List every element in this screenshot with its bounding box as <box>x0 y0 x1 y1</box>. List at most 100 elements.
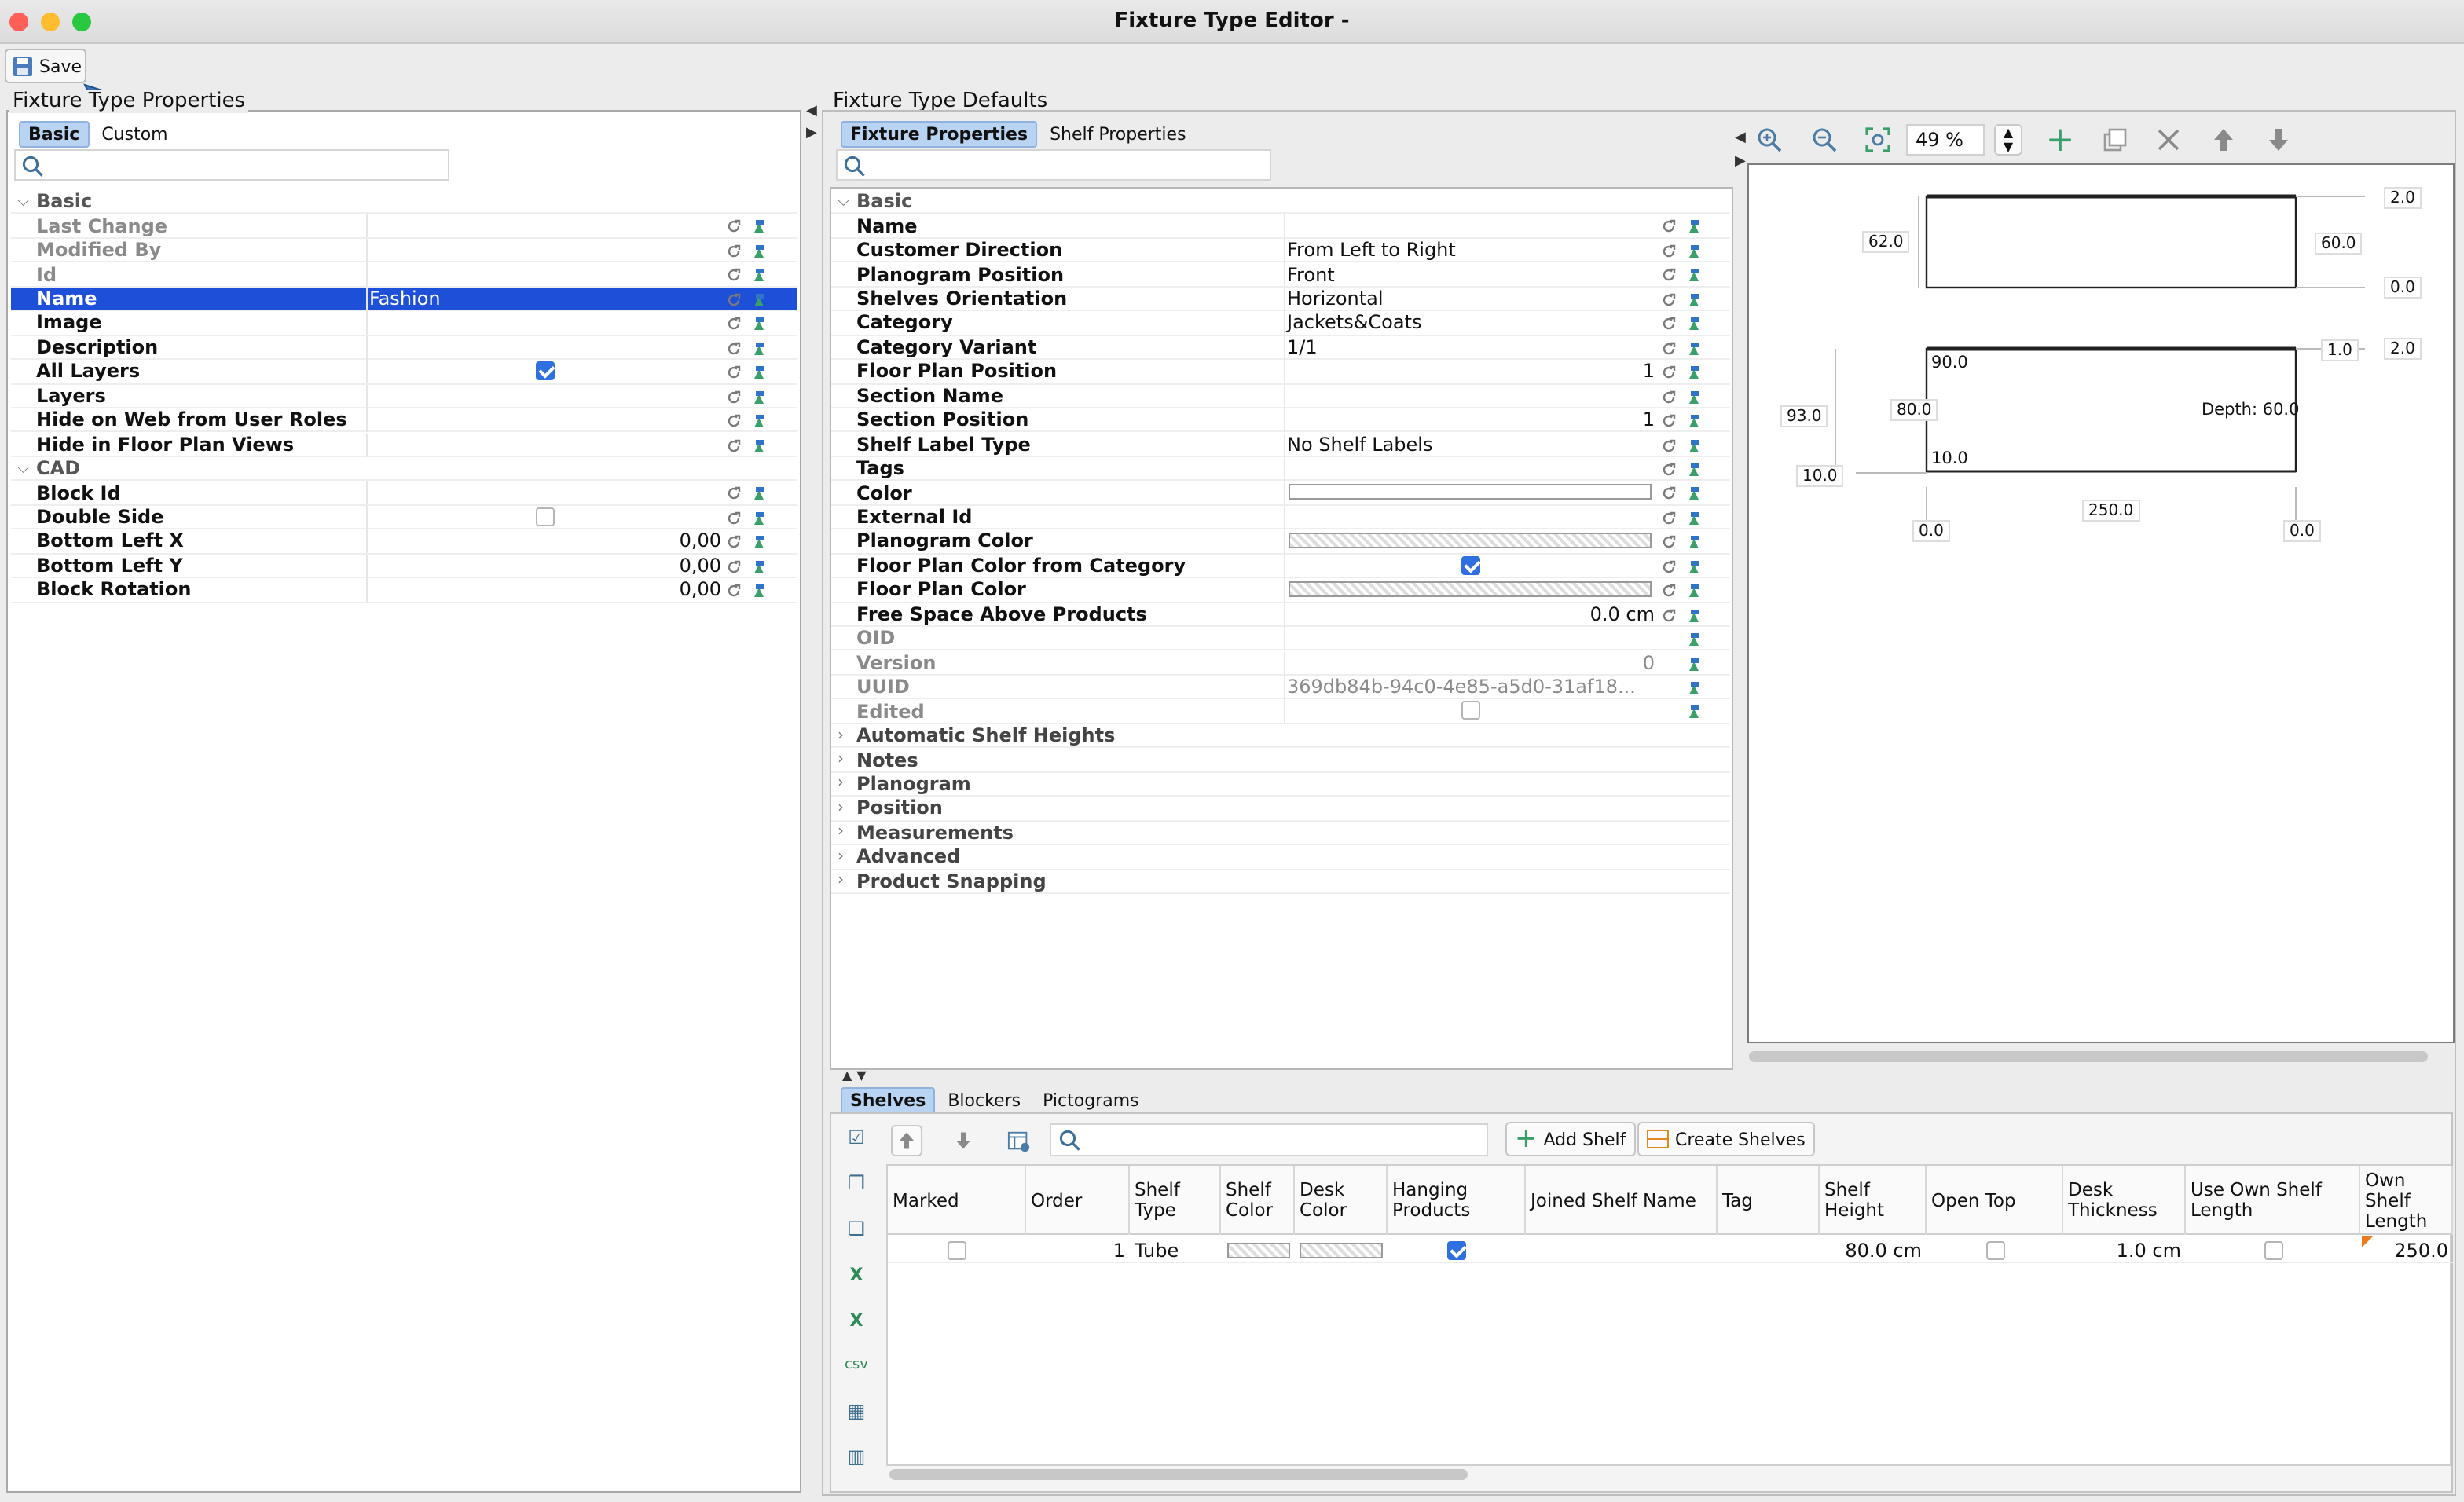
property-value[interactable]: Horizontal <box>1287 288 1384 310</box>
paste-icon[interactable]: ❏ <box>842 1214 871 1243</box>
property-row[interactable]: Free Space Above Products 0.0 cm <box>831 603 1730 628</box>
pin-default-icon[interactable] <box>751 387 767 404</box>
chevron-right-icon[interactable]: › <box>838 775 844 793</box>
use-own-length-checkbox[interactable] <box>2264 1240 2282 1259</box>
zoom-out-icon[interactable] <box>1809 124 1840 156</box>
splitter-arrows-icon[interactable]: ▲▼ <box>842 1068 871 1083</box>
open-top-checkbox[interactable] <box>1986 1240 2004 1259</box>
move-shelf-up-button[interactable] <box>891 1125 922 1156</box>
property-value[interactable]: 1 <box>1643 408 1655 430</box>
column-header[interactable]: Desk Color <box>1295 1166 1388 1235</box>
preview-collapse-left-icon[interactable]: ◀ <box>1735 130 1746 146</box>
property-row[interactable]: Hide in Floor Plan Views <box>11 433 797 457</box>
chart-icon[interactable]: ▥ <box>842 1442 871 1471</box>
pin-default-icon[interactable] <box>1686 242 1702 258</box>
column-header[interactable]: Shelf Color <box>1221 1166 1295 1235</box>
add-shelf-button[interactable]: + Add Shelf <box>1505 1122 1636 1156</box>
reset-icon[interactable] <box>726 558 742 573</box>
add-icon[interactable]: + <box>2044 120 2076 159</box>
reset-icon[interactable] <box>1661 558 1677 573</box>
property-row[interactable]: Image <box>11 311 797 336</box>
property-row[interactable]: Layers <box>11 384 797 408</box>
property-value[interactable]: 1/1 <box>1287 336 1318 358</box>
move-shelf-down-button[interactable] <box>948 1125 979 1156</box>
chevron-right-icon[interactable]: › <box>838 848 844 866</box>
expand-right-arrow-icon[interactable]: ▶ <box>806 126 817 141</box>
property-value[interactable]: 0 <box>1643 651 1655 673</box>
pin-default-icon[interactable] <box>1686 266 1702 282</box>
reset-icon[interactable] <box>726 533 742 549</box>
chevron-right-icon[interactable]: › <box>838 824 844 841</box>
pin-default-icon[interactable] <box>751 291 767 306</box>
section-header[interactable]: ⌵ CAD <box>11 457 797 482</box>
property-row[interactable]: Name <box>831 214 1730 239</box>
chevron-down-icon[interactable]: ⌵ <box>17 192 29 210</box>
column-header[interactable]: Shelf Height <box>1820 1166 1927 1235</box>
collapsed-section[interactable]: › Advanced <box>831 845 1730 870</box>
column-header[interactable]: Order <box>1026 1166 1130 1235</box>
move-down-icon[interactable] <box>2263 124 2294 156</box>
create-shelves-button[interactable]: Create Shelves <box>1637 1122 1815 1156</box>
pin-default-icon[interactable] <box>1686 460 1702 476</box>
property-row[interactable]: Floor Plan Color from Category <box>831 554 1730 579</box>
pin-default-icon[interactable] <box>1686 218 1702 233</box>
tab-fixture-properties[interactable]: Fixture Properties <box>841 121 1038 148</box>
shelves-search-input[interactable] <box>1050 1123 1488 1156</box>
property-value[interactable]: 1 <box>1643 361 1655 383</box>
delete-icon[interactable] <box>2153 124 2184 156</box>
reset-icon[interactable] <box>1661 436 1677 452</box>
shelf-color-swatch[interactable] <box>1226 1242 1289 1258</box>
property-row[interactable]: Tags <box>831 456 1730 482</box>
shelf-height-cell[interactable]: 80.0 cm <box>1845 1239 1922 1261</box>
reset-icon[interactable] <box>1661 242 1677 258</box>
pin-default-icon[interactable] <box>751 218 767 233</box>
property-row[interactable]: Floor Plan Position 1 <box>831 360 1730 385</box>
reset-icon[interactable] <box>1661 266 1677 282</box>
reset-icon[interactable] <box>726 509 742 525</box>
column-header[interactable]: Desk Thickness <box>2063 1166 2186 1235</box>
pin-default-icon[interactable] <box>1686 387 1702 404</box>
property-row[interactable]: Category Variant 1/1 <box>831 335 1730 361</box>
property-row[interactable]: Hide on Web from User Roles <box>11 408 797 433</box>
reset-icon[interactable] <box>726 291 742 306</box>
pin-default-icon[interactable] <box>1686 363 1702 379</box>
property-value[interactable]: Fashion <box>369 287 441 310</box>
collapsed-section[interactable]: › Notes <box>831 749 1730 773</box>
table-settings-button[interactable] <box>1003 1125 1034 1156</box>
pin-default-icon[interactable] <box>1686 679 1702 694</box>
reset-icon[interactable] <box>726 485 742 500</box>
table-horizontal-scrollbar[interactable] <box>889 1469 1468 1480</box>
color-swatch[interactable] <box>1289 484 1652 500</box>
property-row[interactable]: External Id <box>831 505 1730 530</box>
collapsed-section[interactable]: › Automatic Shelf Heights <box>831 724 1730 749</box>
preview-expand-right-icon[interactable]: ▶ <box>1735 154 1746 170</box>
property-row[interactable]: UUID 369db84b-94c0-4e85-a5d0-31af18... <box>831 676 1730 700</box>
property-checkbox[interactable] <box>536 507 555 526</box>
desk-thickness-cell[interactable]: 1.0 cm <box>2117 1239 2181 1261</box>
reset-icon[interactable] <box>1661 606 1677 621</box>
column-header[interactable]: Open Top <box>1927 1166 2063 1235</box>
csv-export-icon[interactable]: csv <box>842 1351 871 1379</box>
collapsed-section[interactable]: › Planogram <box>831 773 1730 797</box>
column-header[interactable]: Own Shelf Length <box>2360 1166 2453 1235</box>
zoom-in-icon[interactable] <box>1754 124 1785 156</box>
reset-icon[interactable] <box>726 266 742 282</box>
pin-default-icon[interactable] <box>751 533 767 549</box>
property-value[interactable]: From Left to Right <box>1287 239 1456 261</box>
layout-icon[interactable]: ▦ <box>842 1397 871 1425</box>
property-row[interactable]: Bottom Left X 0,00 <box>11 529 797 555</box>
property-row[interactable]: Planogram Color <box>831 529 1730 555</box>
preview-horizontal-scrollbar[interactable] <box>1749 1051 2428 1062</box>
property-row[interactable]: Floor Plan Color <box>831 578 1730 603</box>
reset-icon[interactable] <box>1661 460 1677 476</box>
tab-blockers[interactable]: Blockers <box>938 1087 1030 1114</box>
chevron-down-icon[interactable]: ⌵ <box>17 460 29 477</box>
table-row[interactable]: 1 Tube 80.0 cm 1.0 cm 250.0 <box>888 1235 2453 1263</box>
collapsed-section[interactable]: › Position <box>831 797 1730 822</box>
pin-default-icon[interactable] <box>751 436 767 452</box>
property-row[interactable]: Bottom Left Y 0,00 <box>11 554 797 579</box>
property-value[interactable]: 0,00 <box>680 579 721 601</box>
pin-default-icon[interactable] <box>751 412 767 428</box>
zoom-level-field[interactable]: 49 % <box>1906 124 1985 156</box>
move-up-icon[interactable] <box>2208 124 2239 156</box>
